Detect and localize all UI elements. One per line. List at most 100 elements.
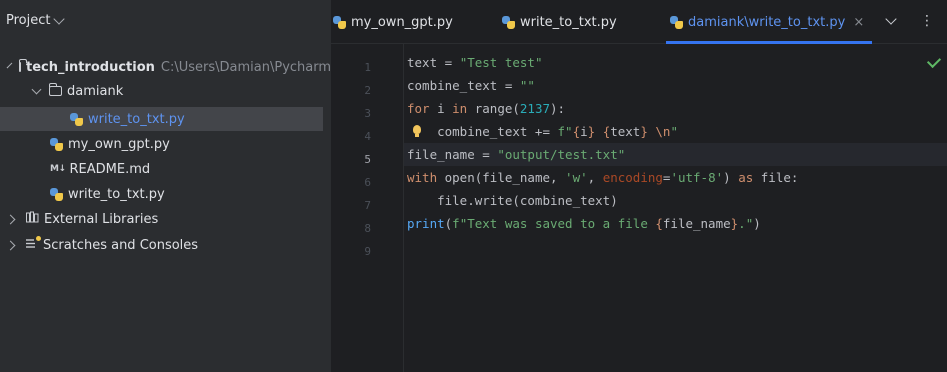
code-token: \n	[655, 124, 671, 139]
tab-damiank-write-to-txt[interactable]: damiank\write_to_txt.py ×	[665, 0, 873, 44]
markdown-icon: M↓	[50, 164, 66, 174]
code-token: print	[407, 216, 445, 231]
project-panel: Project tech_introduction C:\Users\Damia…	[0, 0, 331, 372]
project-view-selector[interactable]: Project	[6, 12, 66, 28]
code-editor[interactable]: text = "Test test" combine_text = "" for…	[404, 44, 947, 372]
tree-item-write-to-txt[interactable]: write_to_txt.py	[0, 182, 331, 206]
tree-item-readme[interactable]: M↓ README.md	[0, 157, 331, 181]
python-file-icon	[670, 15, 683, 29]
tree-item-scratches[interactable]: Scratches and Consoles	[0, 233, 331, 257]
tree-item-root[interactable]: tech_introduction C:\Users\Damian\Pychar…	[0, 55, 331, 79]
project-title-label: Project	[6, 13, 51, 28]
code-token: )	[723, 170, 739, 185]
tree-item-label: write_to_txt.py	[68, 186, 165, 202]
code-token: 2137	[519, 101, 551, 116]
lightbulb-icon[interactable]	[412, 120, 422, 143]
python-file-icon	[50, 187, 63, 201]
tab-label: damiank\write_to_txt.py	[688, 14, 846, 30]
code-token: file:	[753, 170, 799, 185]
expand-arrow-icon[interactable]	[5, 214, 16, 224]
line-number: 2	[364, 84, 371, 97]
code-token: file_name =	[407, 147, 498, 162]
tab-write-to-txt[interactable]: write_to_txt.py	[502, 0, 617, 44]
code-token: i	[580, 124, 588, 139]
tree-item-damiank[interactable]: damiank	[0, 79, 331, 103]
tab-label: write_to_txt.py	[520, 14, 617, 30]
editor-tabs-bar: my_own_gpt.py write_to_txt.py damiank\wr…	[331, 0, 947, 44]
code-line-3[interactable]: for i in range(2137):	[404, 97, 947, 120]
code-token: "	[670, 124, 678, 139]
chevron-down-icon	[885, 13, 897, 25]
code-token: 'w'	[565, 170, 588, 185]
code-token: {	[572, 124, 581, 139]
project-panel-header: Project	[0, 0, 331, 44]
tab-my-own-gpt[interactable]: my_own_gpt.py	[333, 0, 453, 44]
ide-window: Project tech_introduction C:\Users\Damia…	[0, 0, 947, 372]
line-number: 9	[364, 245, 371, 258]
chevron-down-icon	[53, 12, 66, 25]
line-number: 3	[364, 107, 371, 120]
code-line-6[interactable]: with open(file_name, 'w', encoding='utf-…	[404, 166, 947, 189]
code-token: ."	[738, 216, 754, 231]
folder-icon	[48, 83, 62, 96]
expand-arrow-icon[interactable]	[6, 62, 13, 68]
python-file-icon	[50, 137, 63, 151]
tree-item-label: damiank	[67, 83, 124, 99]
code-token: range(	[467, 101, 520, 116]
code-token: file.write(combine_text)	[407, 193, 618, 208]
code-line-1[interactable]: text = "Test test"	[404, 51, 947, 74]
line-number: 1	[364, 61, 371, 74]
code-line-9[interactable]	[404, 235, 947, 258]
tree-item-label: External Libraries	[44, 211, 159, 227]
tree-item-my-own-gpt[interactable]: my_own_gpt.py	[0, 132, 331, 156]
code-line-7[interactable]: file.write(combine_text)	[404, 189, 947, 212]
code-token: with	[407, 170, 438, 185]
code-token: text	[610, 124, 641, 139]
code-token: ""	[519, 78, 535, 93]
tab-label: my_own_gpt.py	[351, 14, 453, 30]
code-token: 'utf-8'	[670, 170, 724, 185]
code-token: text =	[407, 55, 460, 70]
more-actions-icon[interactable]: ⋮	[920, 13, 934, 29]
code-token: ):	[550, 101, 566, 116]
line-number-current: 5	[364, 153, 371, 166]
code-token: combine_text +=	[407, 124, 558, 139]
tree-item-path: C:\Users\Damian\Pycharm	[160, 59, 331, 75]
code-token: "output/test.txt"	[497, 147, 626, 162]
python-file-icon	[502, 15, 515, 29]
code-token: as	[738, 170, 754, 185]
code-token: }	[640, 124, 648, 139]
expand-arrow-icon[interactable]	[31, 84, 42, 94]
line-number-gutter: 1 2 3 4 5 6 7 8 9	[331, 44, 404, 372]
code-token: open(file_name,	[437, 170, 566, 185]
folder-icon	[18, 59, 27, 72]
line-number: 6	[364, 176, 371, 189]
code-token: {	[655, 216, 663, 231]
code-token: ,	[587, 170, 603, 185]
code-token: f"Text was saved to a file	[452, 216, 656, 231]
code-token: for	[407, 101, 430, 116]
tree-item-selected-file[interactable]: write_to_txt.py	[0, 107, 323, 131]
code-token: encoding	[602, 170, 663, 185]
scratches-icon	[26, 235, 41, 253]
tree-item-external-libraries[interactable]: External Libraries	[0, 207, 331, 231]
code-token: file_name	[662, 216, 731, 231]
python-file-icon	[70, 112, 83, 126]
code-line-8[interactable]: print(f"Text was saved to a file {file_n…	[404, 212, 947, 235]
lightbulb-base	[415, 134, 419, 137]
expand-arrow-icon[interactable]	[5, 240, 16, 250]
tree-item-label: tech_introduction	[26, 59, 155, 75]
lightbulb-glass	[413, 125, 421, 134]
line-number: 7	[364, 199, 371, 212]
code-line-4[interactable]: combine_text += f"{i} {text} \n"	[404, 120, 947, 143]
tabs-dropdown-button[interactable]	[885, 13, 897, 27]
code-line-2[interactable]: combine_text = ""	[404, 74, 947, 97]
tree-item-label: README.md	[69, 161, 151, 177]
code-token: i	[429, 101, 453, 116]
code-line-5-current[interactable]: file_name = "output/test.txt"	[404, 143, 947, 166]
close-tab-icon[interactable]: ×	[853, 15, 864, 30]
code-token: in	[452, 101, 468, 116]
library-icon	[26, 211, 39, 227]
tree-item-label: my_own_gpt.py	[68, 136, 170, 152]
